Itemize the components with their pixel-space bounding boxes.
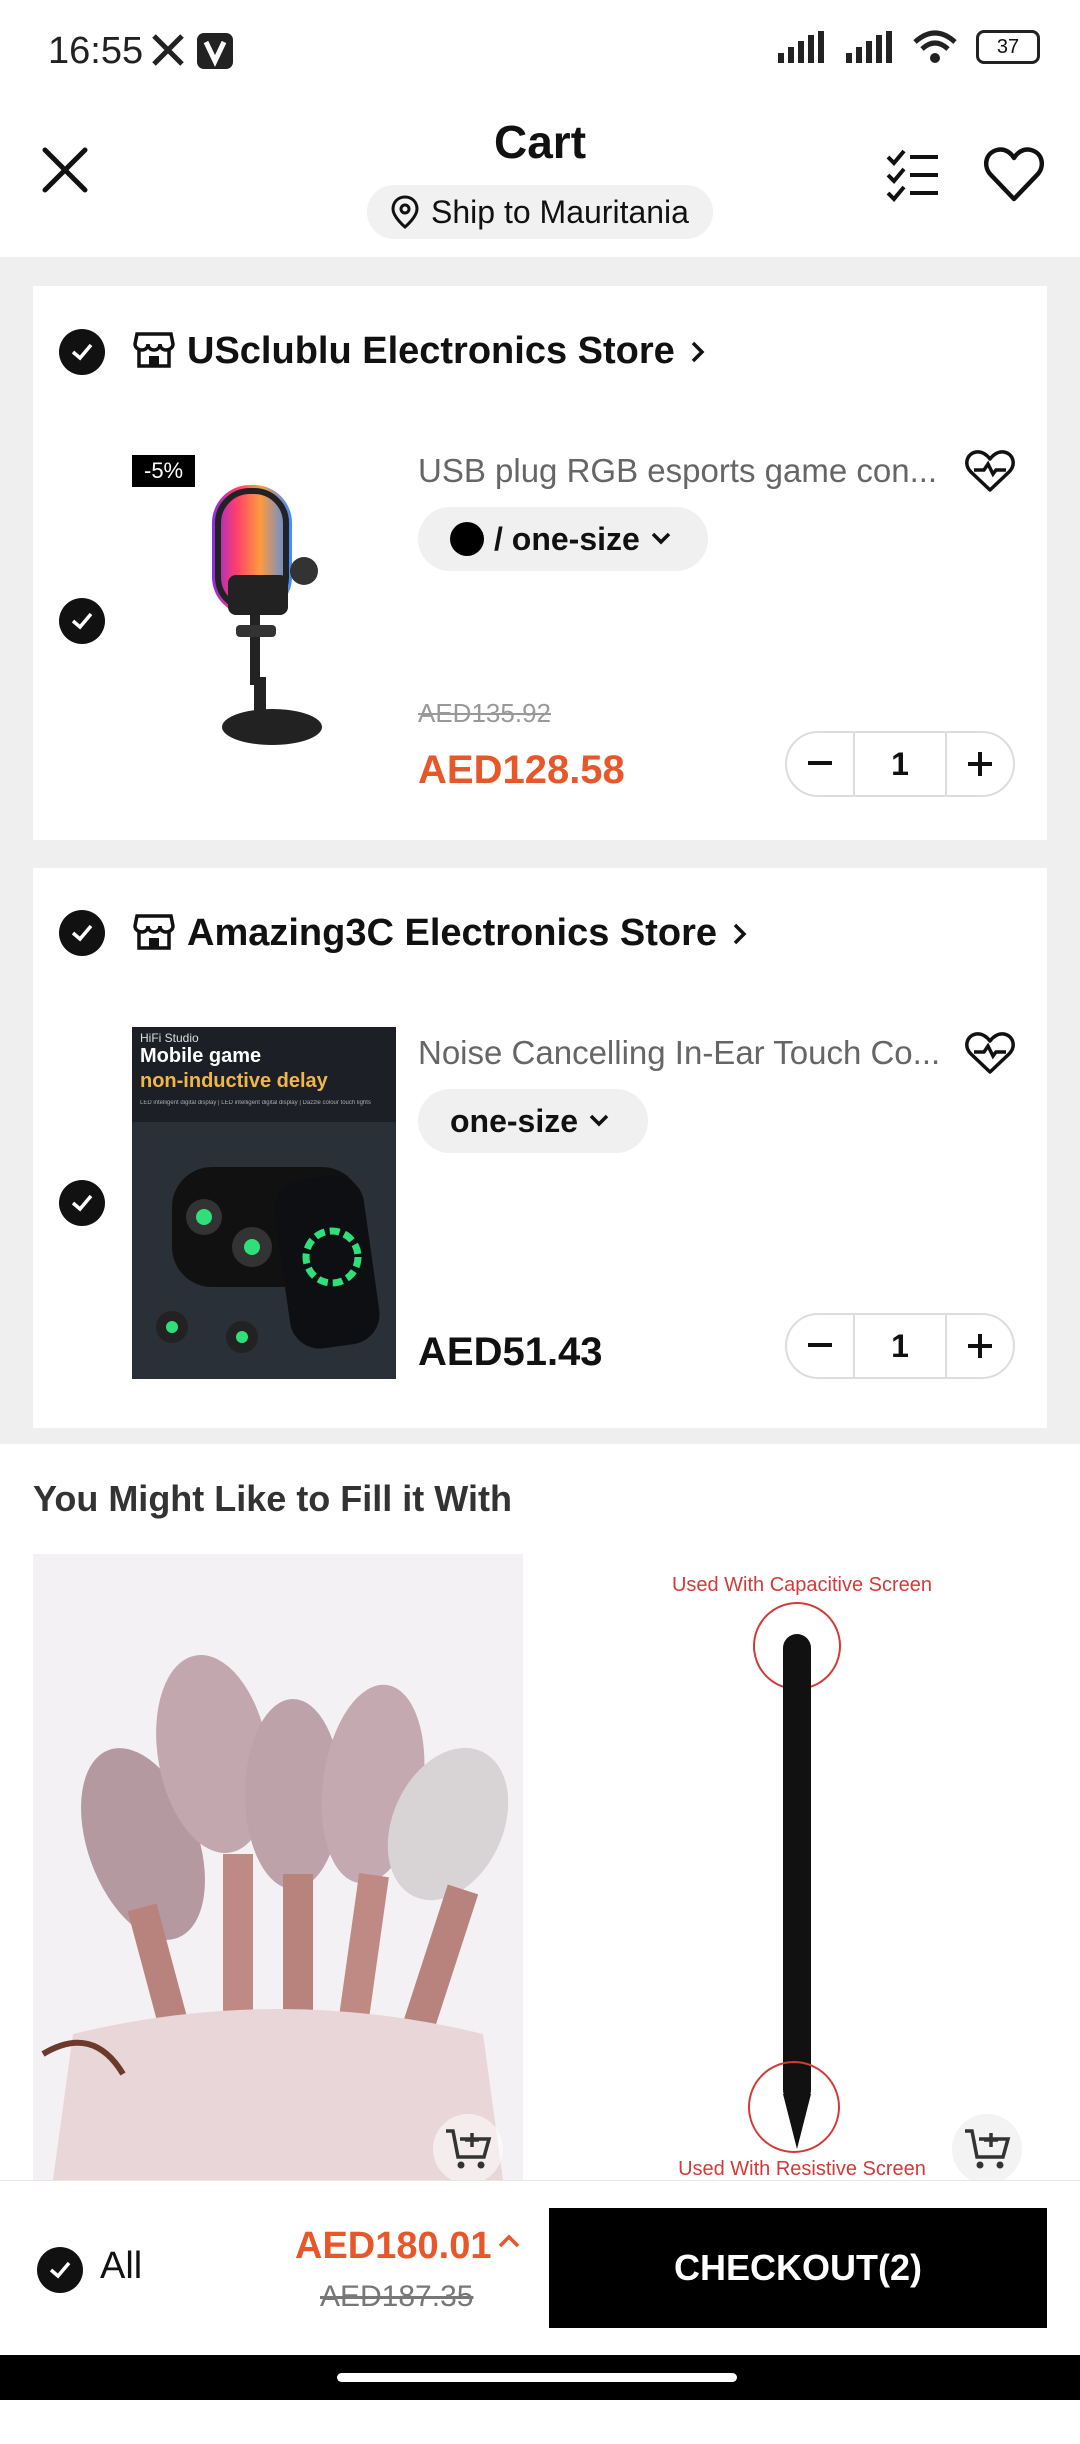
product-image-microphone[interactable] — [132, 455, 396, 755]
store-select-checkbox[interactable] — [59, 329, 105, 375]
discount-badge: -5% — [132, 455, 196, 487]
heart-pulse-icon — [965, 450, 1015, 492]
variant-selector[interactable]: one-size — [418, 1089, 648, 1153]
product-title[interactable]: Noise Cancelling In-Ear Touch Co... — [418, 1034, 940, 1072]
check-icon — [71, 1194, 93, 1212]
quantity-stepper: 1 — [785, 731, 1015, 797]
ship-to-selector[interactable]: Ship to Mauritania — [367, 185, 713, 239]
decrease-button[interactable] — [787, 733, 853, 795]
chevron-down-icon — [589, 1114, 609, 1127]
location-pin-icon — [391, 195, 419, 229]
store-icon — [133, 912, 175, 957]
price-details-toggle[interactable] — [497, 2232, 521, 2255]
checkout-button[interactable]: CHECKOUT(2) — [549, 2208, 1047, 2328]
item-select-checkbox[interactable] — [59, 598, 105, 644]
x-app-icon — [150, 32, 186, 73]
minus-icon — [808, 1343, 832, 1347]
heart-pulse-icon — [965, 1032, 1015, 1074]
signal-icon — [778, 31, 824, 63]
wishlist-add-button[interactable] — [964, 448, 1016, 501]
wifi-icon — [913, 30, 957, 63]
home-gesture-handle[interactable] — [337, 2373, 737, 2382]
signal-icon-2 — [846, 31, 892, 63]
v-app-icon — [196, 32, 234, 75]
store-link[interactable]: USclublu Electronics Store — [187, 330, 707, 373]
ship-to-label: Ship to Mauritania — [431, 193, 689, 230]
variant-label: / one-size — [494, 520, 640, 557]
chevron-up-icon — [498, 2234, 520, 2248]
color-swatch — [450, 522, 484, 556]
chevron-right-icon — [691, 341, 705, 362]
heart-icon — [983, 147, 1045, 202]
plus-icon — [968, 1334, 992, 1358]
status-time: 16:55 — [48, 30, 144, 72]
product-image-earbuds[interactable]: HiFi Studio Mobile game non-inductive de… — [132, 1027, 396, 1379]
item-select-checkbox[interactable] — [59, 1180, 105, 1226]
chevron-down-icon — [651, 532, 671, 545]
select-all-label[interactable]: All — [100, 2245, 142, 2288]
increase-button[interactable] — [947, 733, 1013, 795]
recommendation-card-makeup-brushes[interactable] — [33, 1554, 523, 2180]
plus-icon — [968, 752, 992, 776]
manage-list-button[interactable] — [882, 145, 942, 205]
check-icon — [71, 612, 93, 630]
total-price[interactable]: AED180.01 — [295, 2225, 491, 2268]
store-link[interactable]: Amazing3C Electronics Store — [187, 912, 749, 955]
quantity-stepper: 1 — [785, 1313, 1015, 1379]
checklist-icon — [886, 149, 938, 202]
item-price: AED51.43 — [418, 1330, 603, 1374]
decrease-button[interactable] — [787, 1315, 853, 1377]
cart-add-icon — [965, 2129, 1011, 2169]
status-icons: 37 — [776, 30, 1040, 64]
increase-button[interactable] — [947, 1315, 1013, 1377]
wishlist-button[interactable] — [983, 145, 1045, 205]
recommendation-card-stylus[interactable]: Used With Capacitive Screen Used With Re… — [557, 1554, 1047, 2180]
variant-selector[interactable]: / one-size — [418, 507, 708, 571]
product-title[interactable]: USB plug RGB esports game con... — [418, 452, 937, 490]
original-price: AED135.92 — [418, 698, 551, 728]
select-all-checkbox[interactable] — [37, 2247, 83, 2293]
recommendations-title: You Might Like to Fill it With — [33, 1478, 512, 1519]
cart-add-icon — [446, 2129, 492, 2169]
chevron-right-icon — [733, 923, 747, 944]
quantity-value[interactable]: 1 — [853, 1315, 947, 1377]
check-icon — [71, 924, 93, 942]
makeup-brushes-image — [41, 1655, 509, 2180]
minus-icon — [808, 761, 832, 765]
store-name: USclublu Electronics Store — [187, 330, 675, 372]
check-icon — [71, 343, 93, 361]
original-total: AED187.35 — [320, 2280, 474, 2313]
stylus-pen-image — [748, 1602, 841, 2153]
variant-label: one-size — [450, 1102, 579, 1139]
quantity-value[interactable]: 1 — [853, 733, 947, 795]
add-to-cart-button[interactable] — [433, 2114, 503, 2180]
store-name: Amazing3C Electronics Store — [187, 912, 718, 954]
battery-icon: 37 — [976, 30, 1040, 64]
store-select-checkbox[interactable] — [59, 910, 105, 956]
store-icon — [133, 330, 175, 375]
check-icon — [49, 2261, 71, 2279]
add-to-cart-button[interactable] — [952, 2114, 1022, 2180]
sale-price: AED128.58 — [418, 748, 625, 792]
wishlist-add-button[interactable] — [964, 1030, 1016, 1083]
